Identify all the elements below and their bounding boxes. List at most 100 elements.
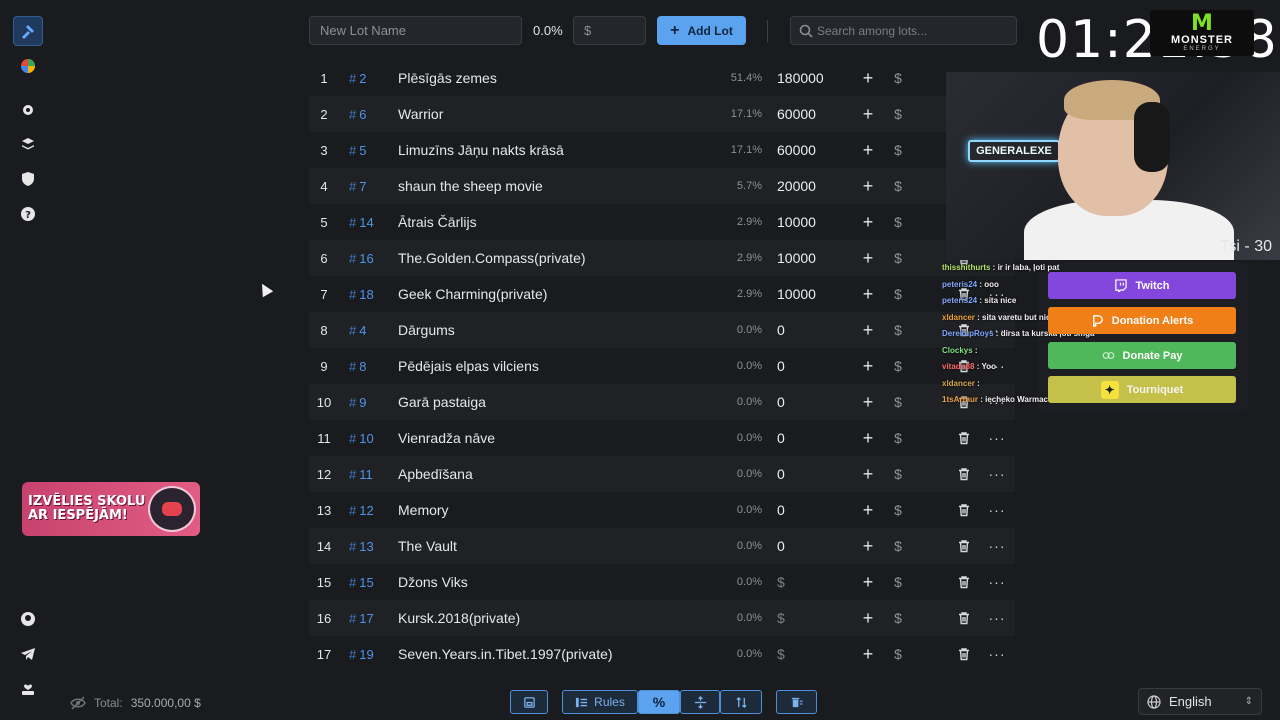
wheel-icon[interactable] [13, 51, 43, 81]
lot-id[interactable]: #8 [349, 359, 366, 374]
eye-off-icon[interactable] [70, 696, 86, 710]
add-amount-button[interactable]: + [858, 572, 878, 593]
new-lot-name-input[interactable] [309, 16, 522, 45]
lot-amount[interactable]: 180000 [777, 70, 824, 86]
lot-amount[interactable]: 10000 [777, 250, 816, 266]
lot-amount[interactable]: 0 [777, 322, 785, 338]
lot-name[interactable]: Kursk.2018(private) [398, 610, 520, 626]
search-input[interactable] [817, 17, 1012, 44]
delete-lot-button[interactable] [954, 572, 974, 592]
lot-id[interactable]: #2 [349, 71, 366, 86]
currency-button[interactable]: $ [888, 502, 908, 518]
lot-row[interactable]: 17 #19 Seven.Years.in.Tibet.1997(private… [309, 636, 1015, 672]
lot-name[interactable]: Memory [398, 502, 449, 518]
delete-lot-button[interactable] [954, 644, 974, 664]
lot-row[interactable]: 16 #17 Kursk.2018(private) 0.0% $ + $ ··… [309, 600, 1015, 636]
lot-name[interactable]: Ātrais Čārlijs [398, 214, 477, 230]
tourniquet-button[interactable]: ✦ Tourniquet [1048, 376, 1236, 403]
more-options-button[interactable]: ··· [987, 430, 1007, 446]
amount-input[interactable] [573, 16, 646, 45]
lot-id[interactable]: #9 [349, 395, 366, 410]
add-lot-button[interactable]: + Add Lot [657, 16, 746, 45]
lot-id[interactable]: #11 [349, 467, 373, 482]
add-amount-button[interactable]: + [858, 464, 878, 485]
lot-id[interactable]: #14 [349, 215, 374, 230]
add-amount-button[interactable]: + [858, 176, 878, 197]
more-options-button[interactable]: ··· [987, 466, 1007, 482]
delete-lot-button[interactable] [954, 608, 974, 628]
telegram-icon[interactable] [13, 639, 43, 669]
add-amount-button[interactable]: + [858, 500, 878, 521]
lot-name[interactable]: The Vault [398, 538, 457, 554]
lot-id[interactable]: #5 [349, 143, 366, 158]
currency-button[interactable]: $ [888, 394, 908, 410]
lot-name[interactable]: Plēsīgās zemes [398, 70, 497, 86]
delete-lot-button[interactable] [954, 536, 974, 556]
lot-amount[interactable]: 0 [777, 538, 785, 554]
donate-icon[interactable] [13, 674, 43, 704]
lot-row[interactable]: 10 #9 Garā pastaiga 0.0% 0 + $ ··· [309, 384, 1015, 420]
lot-name[interactable]: Pēdējais elpas vilciens [398, 358, 539, 374]
lot-row[interactable]: 3 #5 Limuzīns Jāņu nakts krāsā 17.1% 600… [309, 132, 1015, 168]
add-amount-button[interactable]: + [858, 428, 878, 449]
add-amount-button[interactable]: + [858, 392, 878, 413]
currency-button[interactable]: $ [888, 142, 908, 158]
lot-id[interactable]: #6 [349, 107, 366, 122]
lot-name[interactable]: Apbedīšana [398, 466, 473, 482]
lot-row[interactable]: 11 #10 Vienradža nāve 0.0% 0 + $ ··· [309, 420, 1015, 456]
currency-button[interactable]: $ [888, 70, 908, 86]
lot-amount[interactable]: 0 [777, 502, 785, 518]
rules-button[interactable]: Rules [562, 690, 638, 714]
lot-name[interactable]: Geek Charming(private) [398, 286, 547, 302]
add-amount-button[interactable]: + [858, 320, 878, 341]
lot-id[interactable]: #18 [349, 287, 374, 302]
lot-row[interactable]: 4 #7 shaun the sheep movie 5.7% 20000 + … [309, 168, 1015, 204]
lot-amount[interactable]: 0 [777, 394, 785, 410]
add-amount-button[interactable]: + [858, 104, 878, 125]
sort-button[interactable] [720, 690, 762, 714]
save-button[interactable] [510, 690, 548, 714]
add-amount-button[interactable]: + [858, 536, 878, 557]
delete-lot-button[interactable] [954, 428, 974, 448]
currency-button[interactable]: $ [888, 214, 908, 230]
add-amount-button[interactable]: + [858, 608, 878, 629]
more-options-button[interactable]: ··· [987, 574, 1007, 590]
more-options-button[interactable]: ··· [987, 610, 1007, 626]
lot-row[interactable]: 14 #13 The Vault 0.0% 0 + $ ··· [309, 528, 1015, 564]
lot-row[interactable]: 13 #12 Memory 0.0% 0 + $ ··· [309, 492, 1015, 528]
lot-row[interactable]: 9 #8 Pēdējais elpas vilciens 0.0% 0 + $ … [309, 348, 1015, 384]
lot-id[interactable]: #7 [349, 179, 366, 194]
currency-button[interactable]: $ [888, 538, 908, 554]
currency-button[interactable]: $ [888, 466, 908, 482]
lot-amount[interactable]: $ [777, 610, 785, 626]
add-amount-button[interactable]: + [858, 212, 878, 233]
lot-id[interactable]: #19 [349, 647, 374, 662]
split-button[interactable] [680, 690, 720, 714]
donate-pay-button[interactable]: Donate Pay [1048, 342, 1236, 369]
lot-name[interactable]: The.Golden.Compass(private) [398, 250, 586, 266]
lot-name[interactable]: Džons Viks [398, 574, 468, 590]
donation-alerts-button[interactable]: Donation Alerts [1048, 307, 1236, 334]
lot-amount[interactable]: 10000 [777, 286, 816, 302]
shield-icon[interactable] [13, 164, 43, 194]
lot-id[interactable]: #17 [349, 611, 374, 626]
currency-button[interactable]: $ [888, 358, 908, 374]
currency-button[interactable]: $ [888, 178, 908, 194]
lot-id[interactable]: #13 [349, 539, 374, 554]
lot-amount[interactable]: 10000 [777, 214, 816, 230]
add-amount-button[interactable]: + [858, 356, 878, 377]
lot-row[interactable]: 6 #16 The.Golden.Compass(private) 2.9% 1… [309, 240, 1015, 276]
lot-amount[interactable]: 0 [777, 466, 785, 482]
lot-row[interactable]: 12 #11 Apbedīšana 0.0% 0 + $ ··· [309, 456, 1015, 492]
lot-id[interactable]: #12 [349, 503, 374, 518]
currency-button[interactable]: $ [888, 646, 908, 662]
lot-name[interactable]: Dārgums [398, 322, 455, 338]
currency-button[interactable]: $ [888, 610, 908, 626]
add-amount-button[interactable]: + [858, 644, 878, 665]
lot-amount[interactable]: 60000 [777, 142, 816, 158]
github-icon[interactable] [13, 604, 43, 634]
currency-button[interactable]: $ [888, 106, 908, 122]
lot-amount[interactable]: 0 [777, 430, 785, 446]
lot-id[interactable]: #10 [349, 431, 374, 446]
lot-amount[interactable]: $ [777, 646, 785, 662]
